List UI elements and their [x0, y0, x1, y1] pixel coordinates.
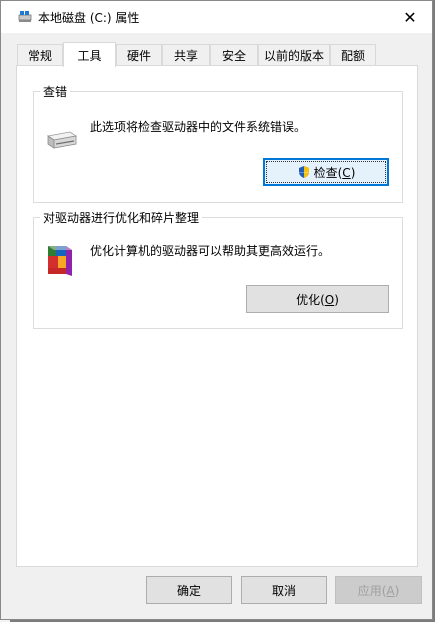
ok-button[interactable]: 确定: [146, 576, 232, 604]
hard-drive-icon: [46, 131, 78, 149]
optimize-description: 优化计算机的驱动器可以帮助其更高效运行。: [90, 244, 331, 258]
check-button[interactable]: 检查(C): [263, 158, 389, 186]
tab-security[interactable]: 安全: [210, 44, 258, 66]
group-title: 查错: [40, 83, 71, 100]
defrag-icon: [48, 246, 72, 276]
optimize-group: 对驱动器进行优化和碎片整理 优化计算机的驱动器可以帮助其更高效运行。 优化(O): [33, 209, 403, 329]
close-icon: ✕: [403, 7, 417, 27]
tab-strip: 常规 工具 硬件 共享 安全 以前的版本 配额: [16, 42, 418, 67]
drive-icon: [18, 11, 32, 22]
error-checking-group: 查错 此选项将检查驱动器中的文件系统错误。 检查(C): [33, 83, 403, 203]
tab-quota[interactable]: 配额: [330, 44, 376, 66]
cancel-button[interactable]: 取消: [241, 576, 327, 604]
close-button[interactable]: ✕: [388, 1, 432, 33]
tab-sharing[interactable]: 共享: [162, 44, 210, 66]
check-description: 此选项将检查驱动器中的文件系统错误。: [90, 120, 307, 134]
apply-button[interactable]: 应用(A): [335, 576, 422, 604]
window-title: 本地磁盘 (C:) 属性: [38, 11, 140, 25]
tools-panel: 查错 此选项将检查驱动器中的文件系统错误。 检查(C) 对驱动器进行优化和碎片整: [16, 65, 418, 567]
uac-shield-icon: [298, 166, 309, 178]
optimize-button[interactable]: 优化(O): [246, 285, 389, 313]
title-bar[interactable]: 本地磁盘 (C:) 属性 ✕: [1, 1, 432, 33]
group-title: 对驱动器进行优化和碎片整理: [40, 209, 203, 226]
tab-hardware[interactable]: 硬件: [116, 44, 162, 66]
properties-dialog: 本地磁盘 (C:) 属性 ✕ 常规 工具 硬件 共享 安全 以前的版本 配额 查…: [0, 0, 433, 620]
tab-general[interactable]: 常规: [17, 44, 63, 66]
tab-tools[interactable]: 工具: [63, 42, 116, 67]
tab-previous-versions[interactable]: 以前的版本: [258, 44, 330, 66]
